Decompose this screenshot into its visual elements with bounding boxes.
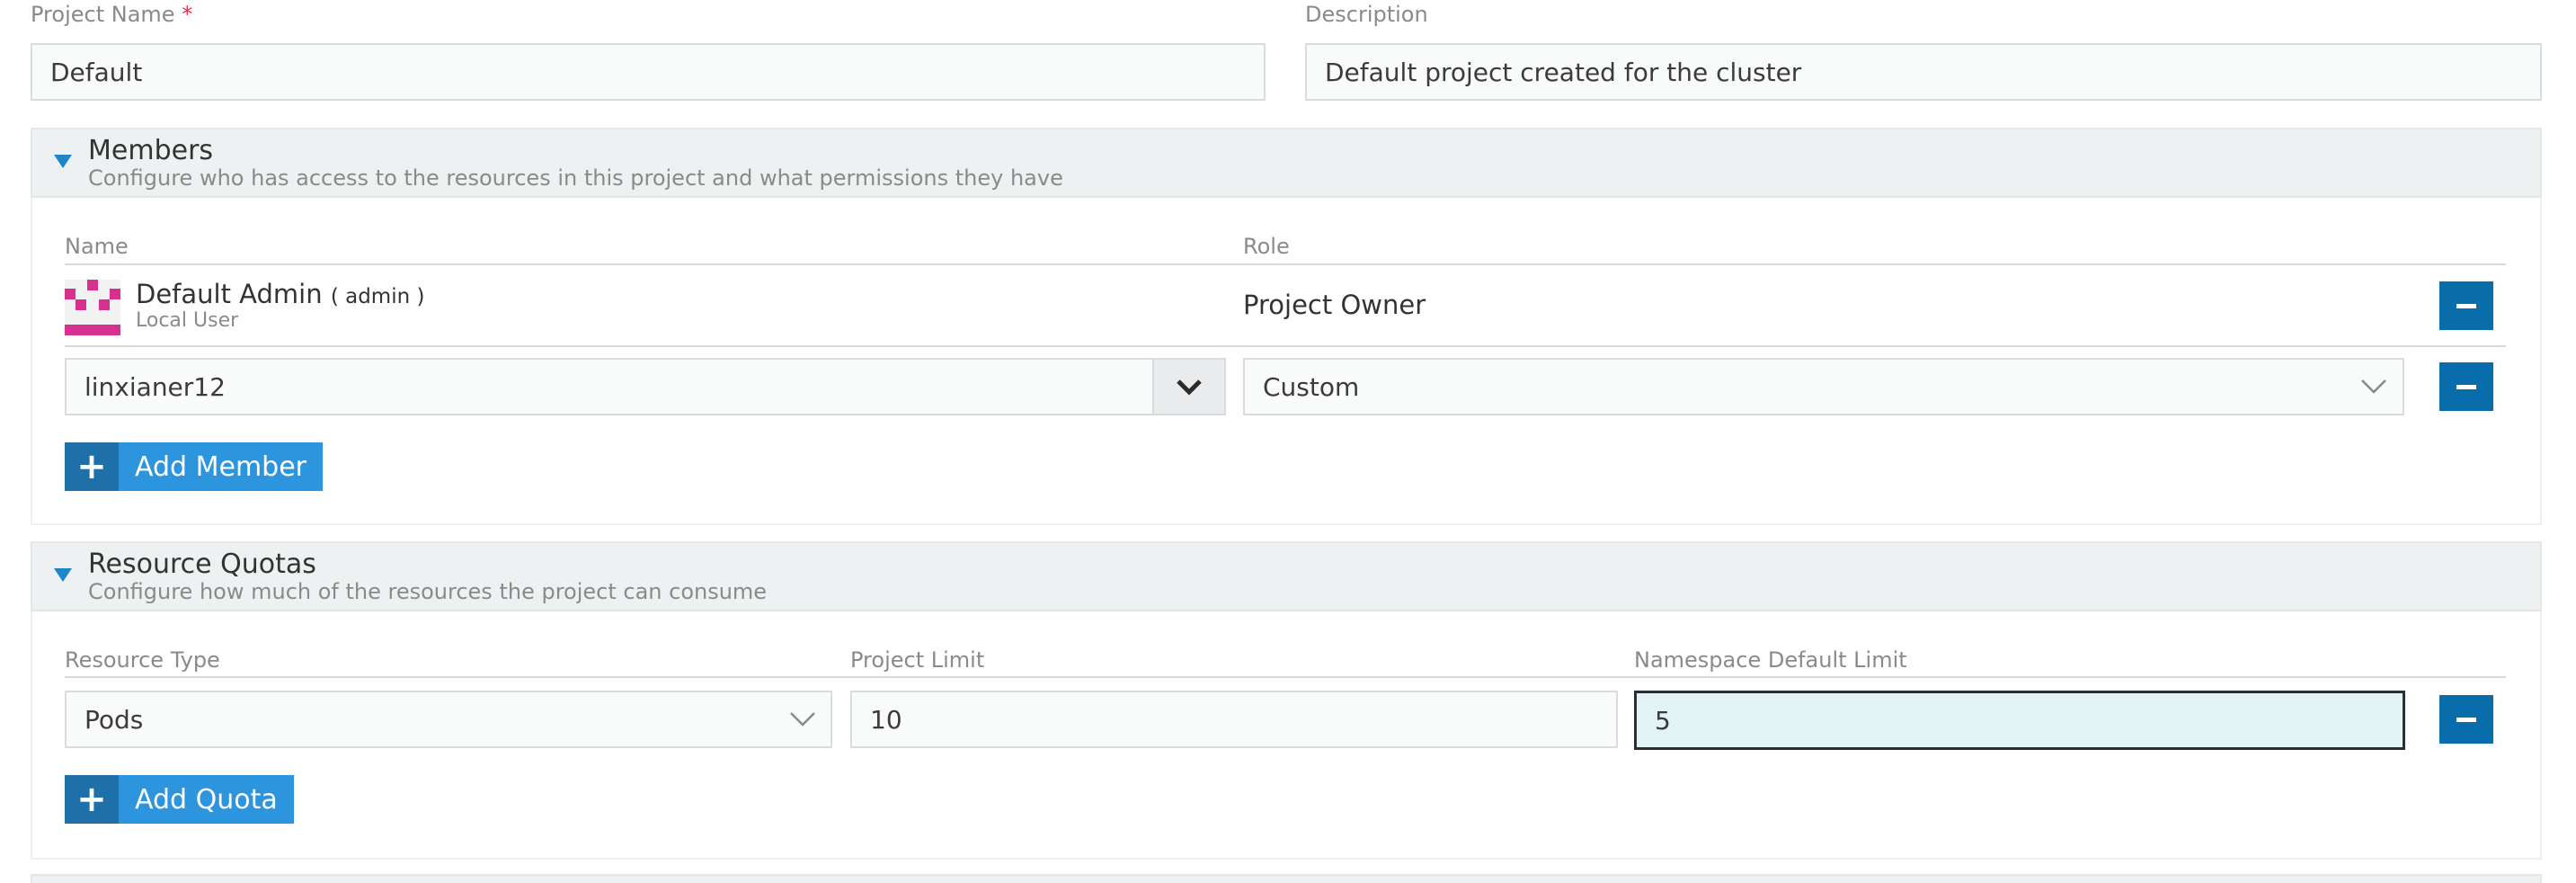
member-search-input[interactable]: linxianer12 bbox=[65, 358, 1154, 415]
project-name-value: Default bbox=[50, 57, 143, 87]
chevron-down-icon bbox=[790, 712, 815, 727]
next-section-header[interactable] bbox=[31, 874, 2542, 883]
member-kind: Local User bbox=[136, 309, 239, 332]
minus-icon bbox=[2456, 303, 2476, 308]
members-header-divider bbox=[65, 263, 2506, 265]
project-limit-value: 10 bbox=[870, 704, 902, 735]
quotas-subtitle: Configure how much of the resources the … bbox=[88, 579, 768, 604]
members-title: Members bbox=[88, 135, 214, 166]
members-col-name: Name bbox=[65, 234, 129, 259]
add-quota-label: Add Quota bbox=[135, 783, 278, 816]
member-search-value: linxianer12 bbox=[84, 371, 226, 402]
members-col-role: Role bbox=[1243, 234, 1290, 259]
project-name-input[interactable]: Default bbox=[31, 43, 1266, 101]
remove-member-button[interactable] bbox=[2439, 281, 2493, 330]
quotas-col-type: Resource Type bbox=[65, 647, 220, 673]
project-limit-input[interactable]: 10 bbox=[850, 691, 1618, 748]
plus-icon: + bbox=[65, 775, 119, 824]
member-row-divider bbox=[65, 345, 2506, 347]
chevron-down-icon bbox=[2361, 379, 2386, 394]
quotas-title: Resource Quotas bbox=[88, 549, 316, 580]
minus-icon bbox=[2456, 717, 2476, 722]
project-name-label-text: Project Name bbox=[31, 2, 175, 27]
member-role-value: Custom bbox=[1263, 371, 1360, 402]
member-dropdown-toggle[interactable] bbox=[1152, 358, 1226, 415]
add-member-button[interactable]: + Add Member bbox=[65, 442, 324, 491]
description-input[interactable]: Default project created for the cluster bbox=[1305, 43, 2542, 101]
avatar bbox=[65, 280, 120, 335]
remove-member-button[interactable] bbox=[2439, 362, 2493, 411]
required-mark: * bbox=[182, 2, 193, 27]
chevron-down-icon bbox=[1177, 379, 1202, 396]
member-name-text: Default Admin bbox=[136, 279, 323, 309]
members-subtitle: Configure who has access to the resource… bbox=[88, 165, 1063, 191]
namespace-limit-value: 5 bbox=[1655, 705, 1671, 736]
description-value: Default project created for the cluster bbox=[1325, 57, 1802, 87]
add-member-label: Add Member bbox=[135, 450, 307, 483]
quotas-header-divider bbox=[65, 676, 2506, 678]
member-role: Project Owner bbox=[1243, 290, 1426, 320]
member-username: ( admin ) bbox=[330, 285, 425, 308]
add-quota-button[interactable]: + Add Quota bbox=[65, 775, 294, 824]
member-role-select[interactable]: Custom bbox=[1243, 358, 2404, 415]
collapse-triangle-icon[interactable] bbox=[54, 155, 72, 168]
project-name-label: Project Name * bbox=[31, 2, 192, 27]
member-name: Default Admin ( admin ) bbox=[136, 279, 424, 309]
quotas-col-namespace-limit: Namespace Default Limit bbox=[1634, 647, 1907, 673]
resource-type-value: Pods bbox=[84, 704, 144, 735]
quotas-col-project-limit: Project Limit bbox=[850, 647, 985, 673]
collapse-triangle-icon[interactable] bbox=[54, 568, 72, 582]
description-label: Description bbox=[1305, 2, 1428, 27]
remove-quota-button[interactable] bbox=[2439, 695, 2493, 744]
plus-icon: + bbox=[65, 442, 119, 491]
namespace-limit-input[interactable]: 5 bbox=[1634, 691, 2405, 750]
resource-type-select[interactable]: Pods bbox=[65, 691, 832, 748]
minus-icon bbox=[2456, 384, 2476, 389]
